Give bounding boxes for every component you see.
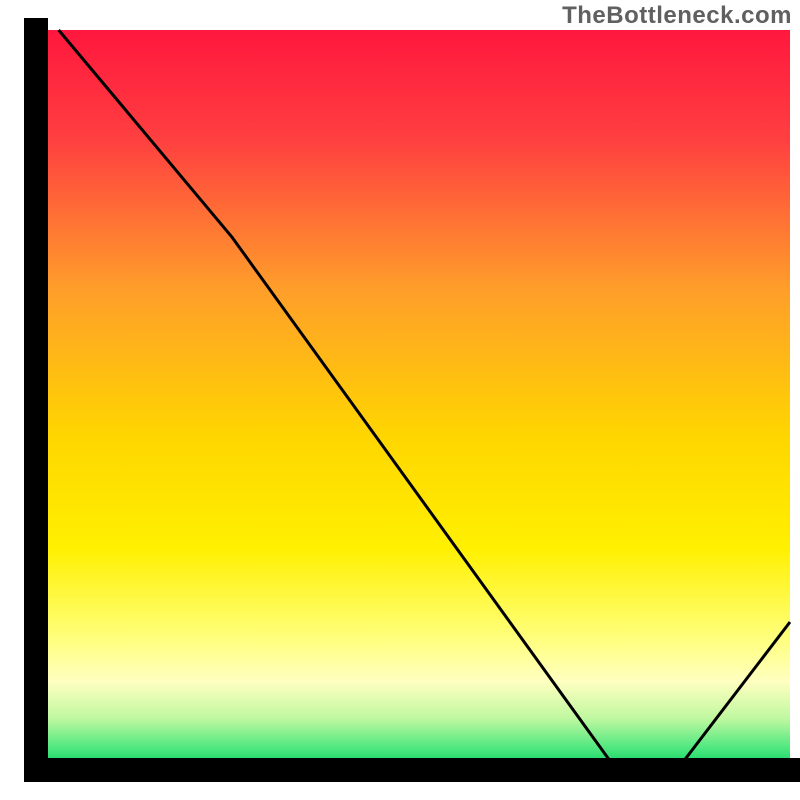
chart-container: TheBottleneck.com <box>0 0 800 800</box>
gradient-background <box>36 30 790 770</box>
plot-area <box>36 30 790 777</box>
bottleneck-chart <box>0 0 800 800</box>
